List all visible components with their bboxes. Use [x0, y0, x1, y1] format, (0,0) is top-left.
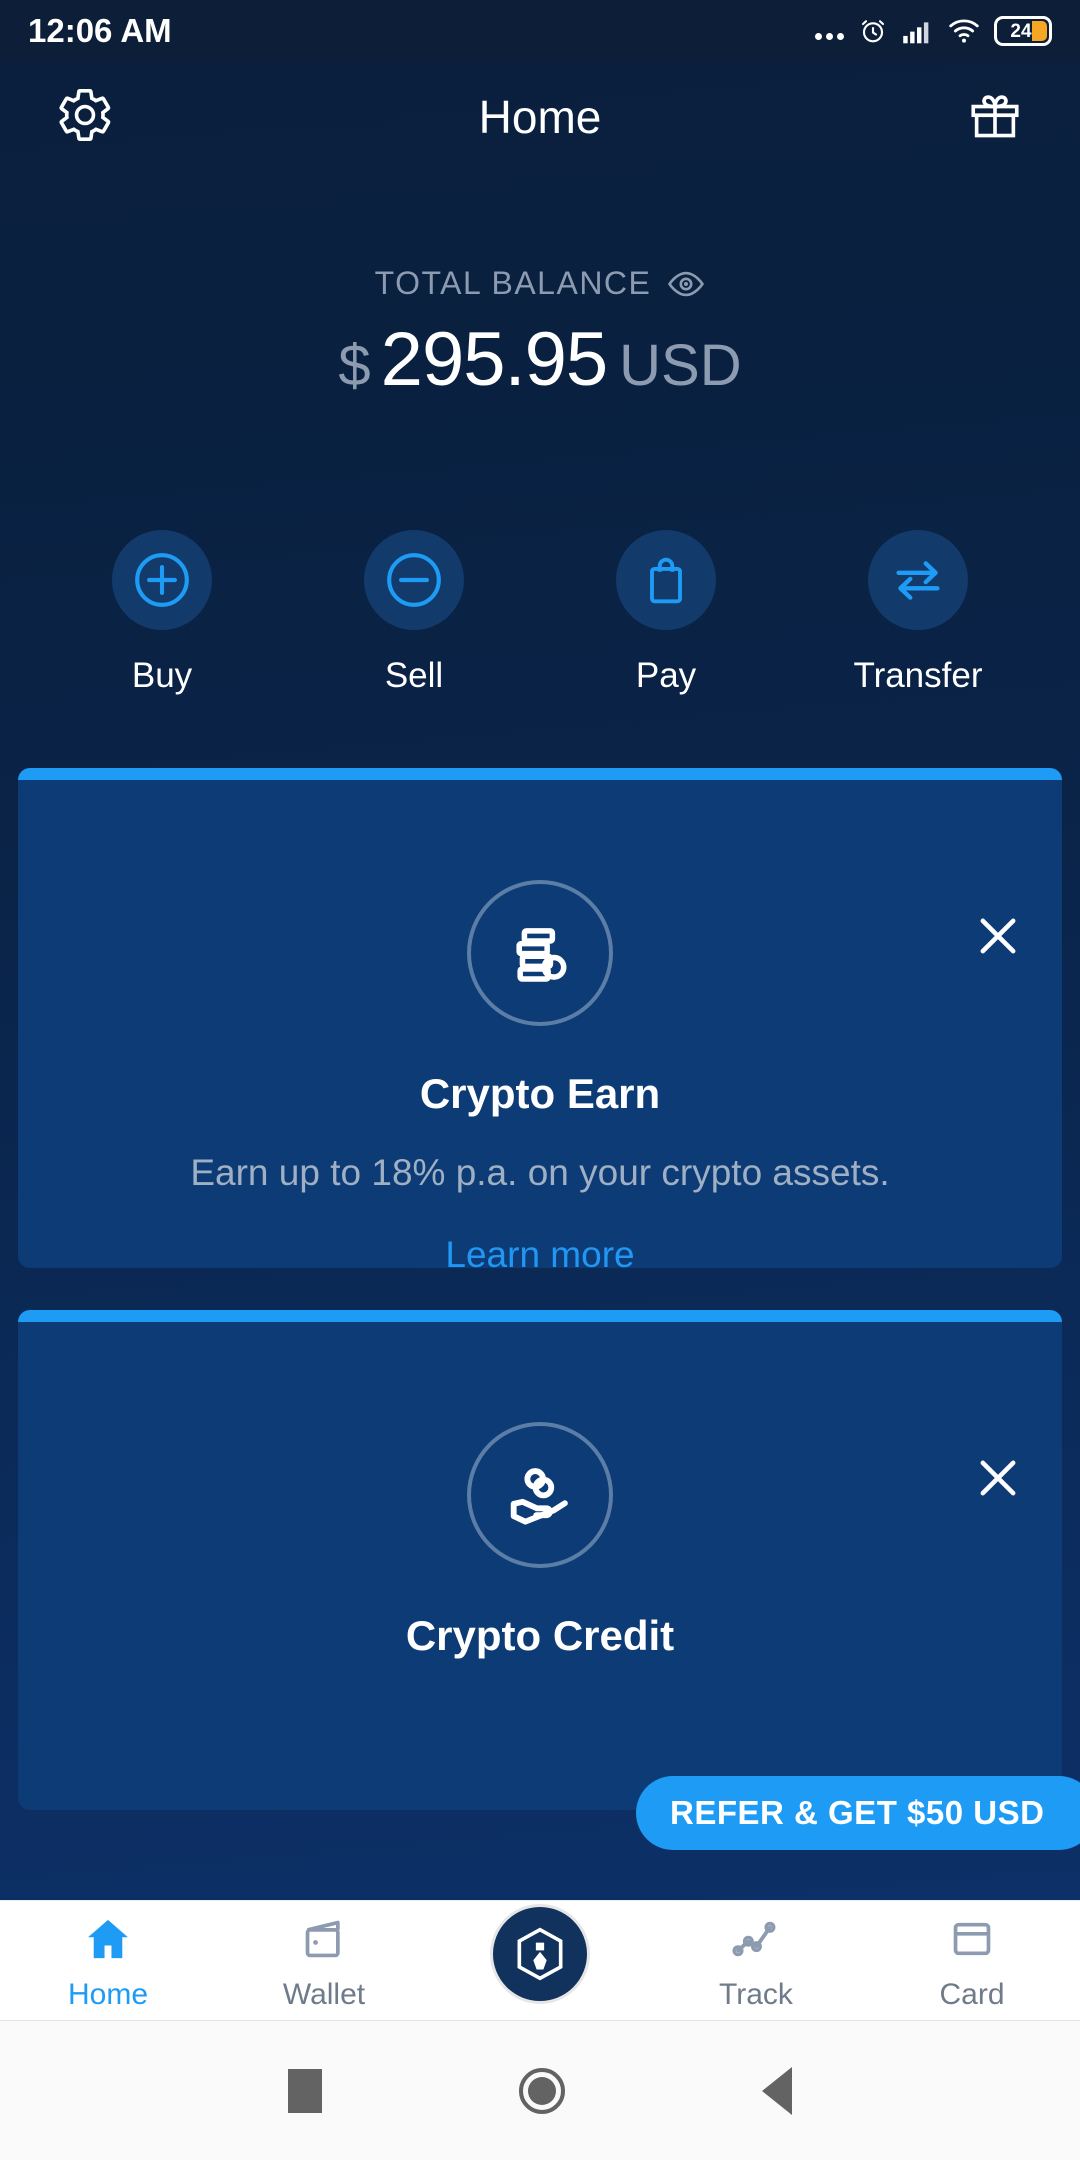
- gift-icon[interactable]: [966, 86, 1024, 149]
- hand-coins-icon: [467, 1422, 613, 1568]
- tab-card[interactable]: Card: [864, 1910, 1080, 2012]
- refer-banner-label: REFER & GET $50 USD: [670, 1794, 1044, 1832]
- wifi-icon: [948, 17, 980, 45]
- tab-card-label: Card: [864, 1978, 1080, 2012]
- crypto-logo-icon[interactable]: [490, 1904, 590, 2004]
- card-description: Earn up to 18% p.a. on your crypto asset…: [58, 1152, 1022, 1194]
- buy-button[interactable]: [112, 530, 212, 630]
- cellular-signal-icon: [902, 17, 934, 45]
- status-bar: 12:06 AM 24: [0, 0, 1080, 62]
- learn-more-link[interactable]: Learn more: [58, 1234, 1022, 1268]
- total-balance-block: TOTAL BALANCE $ 295.95 USD: [0, 265, 1080, 403]
- balance-currency-symbol: $: [338, 332, 370, 399]
- coin-stack-icon: [467, 880, 613, 1026]
- tab-crypto-logo[interactable]: [432, 1918, 648, 2004]
- android-navigation-bar: [0, 2020, 1080, 2160]
- promo-card-crypto-earn[interactable]: Crypto Earn Earn up to 18% p.a. on your …: [18, 768, 1062, 1268]
- home-icon: [0, 1910, 216, 1968]
- eye-visibility-icon[interactable]: [667, 271, 705, 297]
- buy-label: Buy: [67, 656, 257, 696]
- balance-unit: USD: [619, 332, 741, 399]
- tab-home[interactable]: Home: [0, 1910, 216, 2012]
- transfer-label: Transfer: [823, 656, 1013, 696]
- page-title: Home: [479, 90, 602, 144]
- alarm-icon: [858, 16, 888, 46]
- battery-percent: 24: [1010, 22, 1031, 41]
- pay-label: Pay: [571, 656, 761, 696]
- sell-button[interactable]: [364, 530, 464, 630]
- app-header: Home: [0, 62, 1080, 172]
- tab-home-label: Home: [0, 1978, 216, 2012]
- credit-card-icon: [864, 1910, 1080, 1968]
- balance-amount: 295.95: [381, 316, 607, 403]
- pay-button[interactable]: [616, 530, 716, 630]
- transfer-button[interactable]: [868, 530, 968, 630]
- back-triangle-icon[interactable]: [762, 2067, 792, 2115]
- balance-label-row: TOTAL BALANCE: [0, 265, 1080, 302]
- quick-action-sell[interactable]: Sell: [319, 530, 509, 696]
- transfer-arrows-icon: [887, 549, 949, 611]
- tab-track[interactable]: Track: [648, 1910, 864, 2012]
- sell-label: Sell: [319, 656, 509, 696]
- quick-actions-row: Buy Sell Pay: [0, 530, 1080, 696]
- card-accent-strip: [18, 1310, 1062, 1322]
- phone-screen: 12:06 AM 24: [0, 0, 1080, 2160]
- home-circle-icon[interactable]: [519, 2068, 565, 2114]
- tab-track-label: Track: [648, 1978, 864, 2012]
- refer-banner[interactable]: REFER & GET $50 USD: [636, 1776, 1080, 1850]
- track-chart-icon: [648, 1910, 864, 1968]
- close-x-icon[interactable]: [972, 910, 1024, 962]
- more-dots-icon: [815, 16, 844, 46]
- battery-icon: 24: [994, 16, 1052, 46]
- balance-label: TOTAL BALANCE: [375, 265, 652, 302]
- settings-gear-icon[interactable]: [56, 86, 114, 149]
- quick-action-buy[interactable]: Buy: [67, 530, 257, 696]
- card-body: Crypto Earn Earn up to 18% p.a. on your …: [18, 880, 1062, 1268]
- quick-action-transfer[interactable]: Transfer: [823, 530, 1013, 696]
- wallet-icon: [216, 1910, 432, 1968]
- recents-square-icon[interactable]: [288, 2069, 322, 2113]
- card-body: Crypto Credit: [18, 1422, 1062, 1700]
- plus-circle-icon: [131, 549, 193, 611]
- card-accent-strip: [18, 768, 1062, 780]
- tab-wallet-label: Wallet: [216, 1978, 432, 2012]
- shopping-bag-icon: [637, 551, 695, 609]
- tab-wallet[interactable]: Wallet: [216, 1910, 432, 2012]
- card-title: Crypto Earn: [58, 1070, 1022, 1118]
- status-icons: 24: [815, 16, 1052, 46]
- minus-circle-icon: [383, 549, 445, 611]
- bottom-tab-bar: Home Wallet: [0, 1900, 1080, 2020]
- promo-card-crypto-credit[interactable]: Crypto Credit: [18, 1310, 1062, 1810]
- balance-amount-row: $ 295.95 USD: [0, 316, 1080, 403]
- status-time: 12:06 AM: [28, 12, 172, 50]
- card-title: Crypto Credit: [58, 1612, 1022, 1660]
- close-x-icon[interactable]: [972, 1452, 1024, 1504]
- quick-action-pay[interactable]: Pay: [571, 530, 761, 696]
